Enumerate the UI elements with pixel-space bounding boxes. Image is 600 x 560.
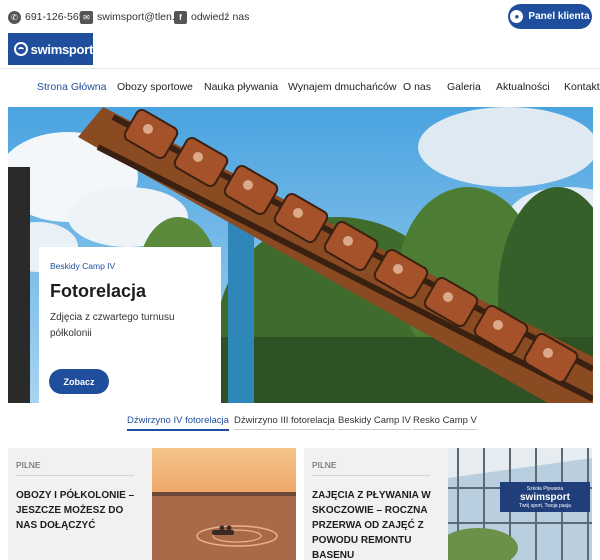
divider [16, 475, 134, 476]
logo-text: swimsport [30, 41, 94, 57]
news-image-lake-sunset [152, 448, 296, 560]
facebook-icon: f [174, 10, 187, 24]
nav-item-sport-camps[interactable]: Obozy sportowe [117, 81, 193, 93]
facebook-link[interactable]: f odwiedź nas [174, 9, 249, 25]
nav-item-swimming-lessons[interactable]: Nauka pływania [204, 81, 278, 93]
pool-sign-tagline: Twój sport, Twoja pasja [519, 502, 571, 509]
nav-item-inflatables-rental[interactable]: Wynajem dmuchańców [288, 81, 396, 93]
news-title[interactable]: Zajęcia z pływania w Skoczowie – roczna … [312, 488, 440, 560]
hero-caption-card: Beskidy Camp IV Fotorelacja Zdjęcia z cz… [39, 247, 221, 403]
nav-item-about[interactable]: O nas [403, 81, 431, 93]
client-panel-button[interactable]: ● Panel klienta [508, 4, 592, 29]
hero-title: Fotorelacja [50, 281, 147, 301]
pool-sign: Szkoła Pływania swimsport Twój sport, Tw… [500, 482, 590, 512]
site-logo[interactable]: swimsport [8, 33, 93, 65]
news-title[interactable]: Obozy i półkolonie – jeszcze możesz do n… [16, 488, 144, 533]
client-panel-label: Panel klienta [528, 11, 590, 22]
main-navigation: Strona Główna Obozy sportowe Nauka pływa… [0, 68, 600, 104]
phone-number: 691-126-565 [25, 11, 85, 23]
hero-description: Zdjęcia z czwartego turnusu półkolonii [50, 312, 175, 339]
email-contact[interactable]: ✉ swimsport@tlen.pl [80, 9, 183, 25]
envelope-icon: ✉ [80, 10, 93, 24]
slider-tab-beskidy-camp-iv[interactable]: Beskidy Camp IV [338, 415, 411, 430]
hero-see-button[interactable]: Zobacz [49, 369, 109, 394]
news-card[interactable]: PILNE Obozy i półkolonie – jeszcze możes… [8, 448, 296, 560]
news-image-pool-building: Szkoła Pływania swimsport Twój sport, Tw… [448, 448, 592, 560]
news-tag: PILNE [312, 460, 337, 470]
user-icon: ● [510, 10, 524, 23]
news-card-text: PILNE Zajęcia z pływania w Skoczowie – r… [304, 448, 448, 560]
divider [312, 475, 430, 476]
email-address: swimsport@tlen.pl [97, 11, 183, 23]
slider-tab-dzwirzyno-iv[interactable]: Dźwirzyno IV fotorelacja [127, 415, 229, 431]
news-tag: PILNE [16, 460, 41, 470]
phone-contact[interactable]: ✆ 691-126-565 [8, 9, 85, 25]
top-contact-bar: ✆ 691-126-565 ✉ swimsport@tlen.pl f odwi… [0, 0, 600, 33]
facebook-label: odwiedź nas [191, 11, 250, 23]
slider-tab-resko-camp-v[interactable]: Resko Camp V [413, 415, 477, 430]
pool-sign-brand: swimsport [519, 491, 570, 503]
hero-slider[interactable]: Beskidy Camp IV Fotorelacja Zdjęcia z cz… [8, 107, 593, 403]
news-card[interactable]: PILNE Zajęcia z pływania w Skoczowie – r… [304, 448, 592, 560]
nav-item-gallery[interactable]: Galeria [447, 81, 481, 93]
nav-item-news[interactable]: Aktualności [496, 81, 550, 93]
news-card-text: PILNE Obozy i półkolonie – jeszcze możes… [8, 448, 152, 560]
nav-item-contact[interactable]: Kontakt [564, 81, 600, 93]
slider-tabs: Dźwirzyno IV fotorelacja Dźwirzyno III f… [0, 410, 600, 432]
phone-icon: ✆ [8, 10, 21, 24]
logo-mark-icon [14, 42, 28, 56]
hero-kicker: Beskidy Camp IV [50, 261, 116, 271]
nav-item-home[interactable]: Strona Główna [37, 81, 106, 93]
slider-tab-dzwirzyno-iii[interactable]: Dźwirzyno III fotorelacja [234, 415, 335, 430]
